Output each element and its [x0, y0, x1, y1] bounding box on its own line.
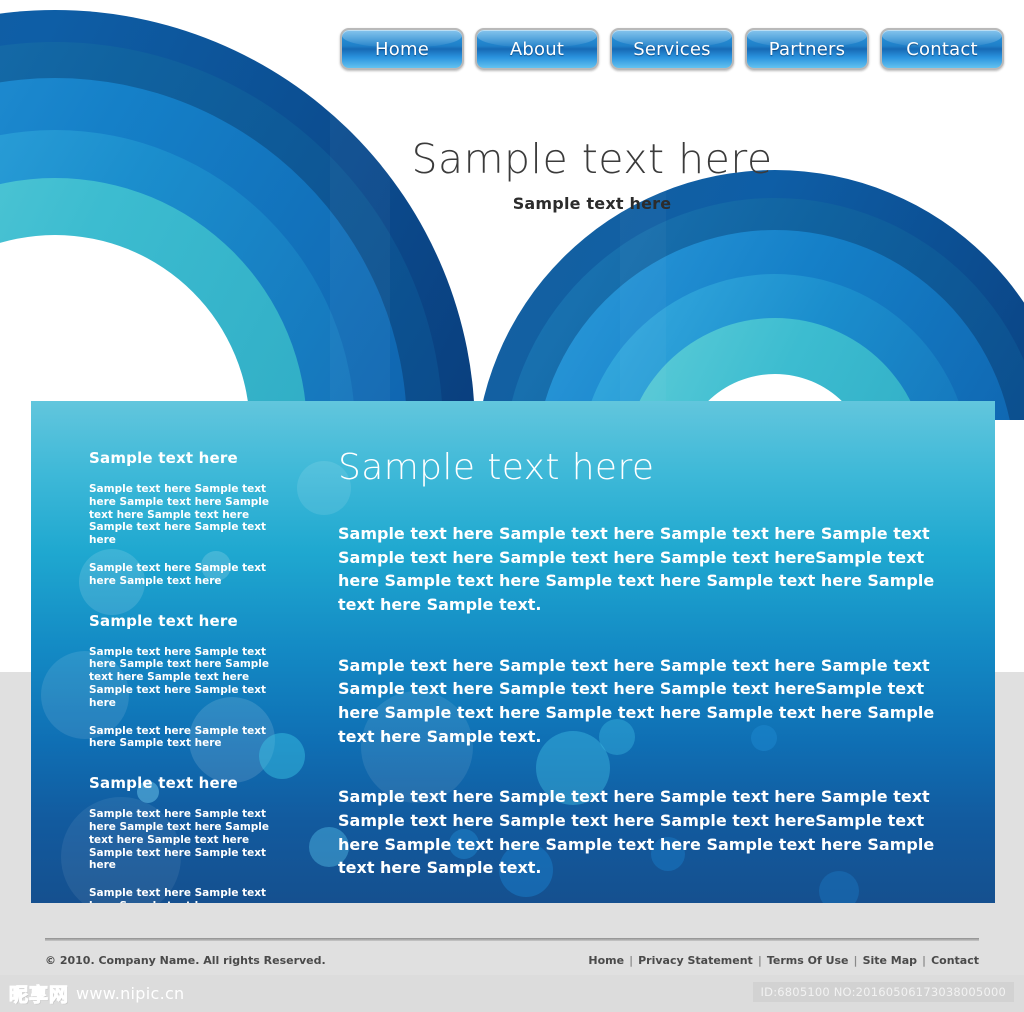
panel-heading: Sample text here [338, 447, 655, 488]
page-root: Home About Services Partners Contact Sam… [0, 0, 1024, 1012]
footer-link-terms-of-use[interactable]: Terms Of Use [767, 954, 849, 967]
nav-item-label: Partners [768, 38, 846, 60]
hero-subtitle: Sample text here [512, 194, 672, 214]
watermark-bar: 昵享网 www.nipic.cn ID:6805100 NO:201605061… [0, 975, 1024, 1012]
sidebar-paragraph: Sample text here Sample text here Sample… [89, 724, 267, 750]
watermark-logo-text: 昵享网 [8, 984, 70, 1007]
panel-sidebar: Sample text here Sample text here Sample… [31, 401, 306, 903]
footer-link-separator: | [757, 953, 762, 967]
footer-copyright: © 2010. Company Name. All rights Reserve… [45, 953, 326, 967]
content-panel: Sample text here Sample text here Sample… [31, 401, 995, 903]
panel-main-column: Sample text here Sample text here Sample… [306, 401, 995, 903]
nav-item-partners[interactable]: Partners [745, 28, 869, 70]
sidebar-group-1: Sample text here Sample text here Sample… [89, 449, 306, 588]
footer-divider [45, 938, 979, 941]
panel-paragraph: Sample text here Sample text here Sample… [338, 787, 935, 878]
watermark-logo: 昵享网 www.nipic.cn [8, 980, 185, 1007]
watermark-url: www.nipic.cn [76, 984, 185, 1003]
nav-item-label: About [509, 38, 565, 60]
sidebar-heading: Sample text here [89, 774, 238, 793]
sidebar-heading: Sample text here [89, 611, 238, 630]
nav-item-contact[interactable]: Contact [880, 28, 1004, 70]
footer-link-home[interactable]: Home [588, 954, 624, 967]
nav-item-label: Services [633, 38, 711, 60]
nav-item-label: Contact [906, 38, 978, 60]
footer-link-separator: | [629, 953, 634, 967]
hero-title: Sample text here [411, 135, 773, 183]
footer-link-contact[interactable]: Contact [931, 954, 979, 967]
sidebar-heading: Sample text here [89, 449, 238, 467]
panel-paragraph: Sample text here Sample text here Sample… [338, 524, 935, 615]
sidebar-group-2: Sample text here Sample text here Sample… [89, 612, 306, 751]
footer-link-privacy-statement[interactable]: Privacy Statement [638, 954, 753, 967]
sidebar-paragraph: Sample text here Sample text here Sample… [89, 808, 269, 872]
nav-item-about[interactable]: About [475, 28, 599, 70]
nav-item-services[interactable]: Services [610, 28, 734, 70]
footer: © 2010. Company Name. All rights Reserve… [45, 948, 979, 972]
footer-link-site-map[interactable]: Site Map [863, 954, 917, 967]
hero-heading-block: Sample text here Sample text here [0, 135, 1024, 214]
panel-content: Sample text here Sample text here Sample… [31, 401, 995, 903]
footer-link-separator: | [922, 953, 927, 967]
panel-paragraph: Sample text here Sample text here Sample… [338, 655, 935, 746]
footer-links: Home | Privacy Statement | Terms Of Use … [588, 954, 979, 967]
sidebar-paragraph: Sample text here Sample text here Sample… [89, 483, 269, 547]
nav-item-home[interactable]: Home [340, 28, 464, 70]
main-navigation: Home About Services Partners Contact [0, 28, 1024, 72]
sidebar-paragraph: Sample text here Sample text here Sample… [89, 887, 267, 903]
footer-link-separator: | [853, 953, 858, 967]
sidebar-paragraph: Sample text here Sample text here Sample… [89, 561, 267, 587]
watermark-id-badge: ID:6805100 NO:20160506173038005000 [752, 982, 1014, 1002]
sidebar-group-3: Sample text here Sample text here Sample… [89, 774, 306, 903]
nav-item-label: Home [375, 38, 429, 60]
sidebar-paragraph: Sample text here Sample text here Sample… [89, 645, 269, 709]
